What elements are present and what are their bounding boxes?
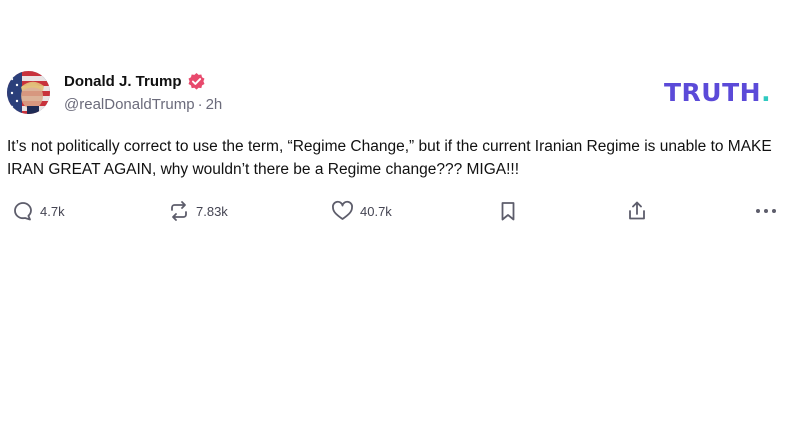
reply-button[interactable]: 4.7k <box>12 197 65 225</box>
bookmark-button[interactable] <box>498 197 518 225</box>
retruth-icon <box>168 200 190 222</box>
author-display-name[interactable]: Donald J. Trump <box>64 73 182 90</box>
brand-dot: . <box>761 78 772 107</box>
post-text: It’s not politically correct to use the … <box>7 138 772 178</box>
share-icon <box>626 200 648 222</box>
post-actions-bar: 4.7k 7.83k 40.7k <box>0 197 800 227</box>
like-count: 40.7k <box>360 203 392 219</box>
retruth-button[interactable]: 7.83k <box>168 197 228 225</box>
author-meta-row: @realDonaldTrump · 2h <box>64 96 222 113</box>
reply-count: 4.7k <box>40 203 65 219</box>
brand-text: TRUTH <box>664 78 762 107</box>
meta-separator: · <box>197 96 203 113</box>
bookmark-icon <box>498 200 518 222</box>
truth-social-post: Donald J. Trump @realDonaldTrump · 2h TR… <box>0 0 800 444</box>
avatar[interactable] <box>7 71 50 114</box>
avatar-image <box>7 71 50 114</box>
truth-logo: TRUTH. <box>664 78 771 108</box>
author-handle[interactable]: @realDonaldTrump <box>64 96 195 113</box>
like-button[interactable]: 40.7k <box>331 197 392 225</box>
more-options-button[interactable] <box>754 197 778 225</box>
verified-badge-icon <box>187 72 206 91</box>
share-button[interactable] <box>626 197 648 225</box>
reply-icon <box>12 200 34 222</box>
retruth-count: 7.83k <box>196 203 228 219</box>
like-icon <box>331 200 354 222</box>
post-timestamp[interactable]: 2h <box>206 96 223 113</box>
more-icon <box>754 200 778 222</box>
author-name-row: Donald J. Trump <box>64 71 206 91</box>
